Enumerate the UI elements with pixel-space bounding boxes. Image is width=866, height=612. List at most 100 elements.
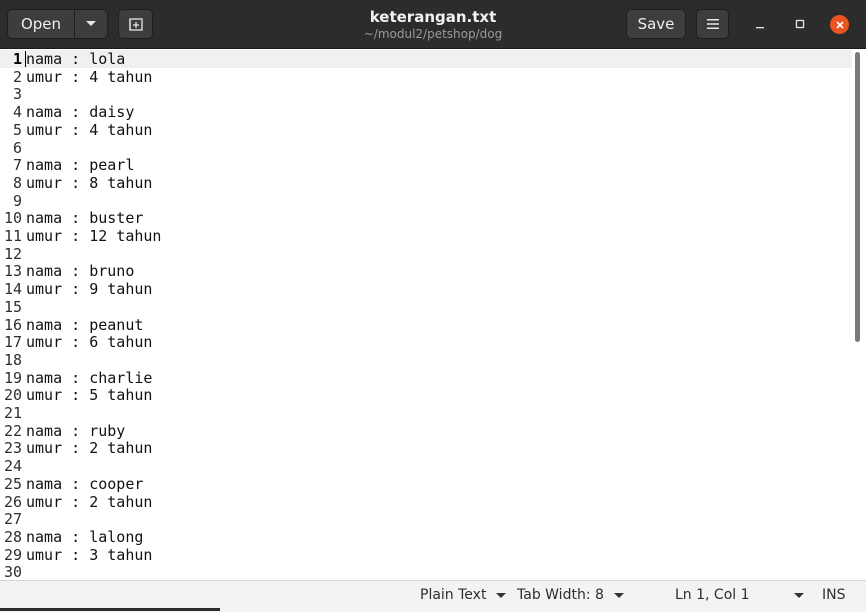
editor-line[interactable]: 8 umur : 8 tahun [0,174,852,192]
editor-line[interactable]: 3 [0,85,852,103]
line-number: 15 [3,297,22,316]
line-number: 6 [12,138,22,157]
line-text[interactable]: nama : peanut [26,316,143,334]
line-number: 7 [12,156,22,175]
chevron-down-icon [86,21,96,26]
line-number: 16 [3,315,22,334]
line-number: 24 [3,457,22,476]
hamburger-menu-icon [706,19,719,29]
line-text[interactable]: nama : buster [26,209,143,227]
line-number: 11 [3,227,22,245]
editor-line[interactable]: 14 umur : 9 tahun [0,280,852,298]
editor-line[interactable]: 25 nama : cooper [0,475,852,493]
editor-line[interactable]: 30 [0,563,852,579]
line-number: 18 [3,350,22,369]
line-number: 20 [3,386,22,405]
editor-line[interactable]: 6 [0,139,852,157]
line-text[interactable]: nama : ruby [26,422,125,440]
cursor-position-selector[interactable]: Ln 1, Col 1 [675,587,804,603]
line-text[interactable]: nama : lalong [26,528,143,546]
line-text[interactable]: nama : lola [26,50,125,68]
editor-line[interactable]: 1 nama : lola [0,50,852,68]
line-number: 8 [12,173,22,192]
editor-line[interactable]: 15 [0,298,852,316]
editor-line[interactable]: 16 nama : peanut [0,316,852,334]
editor-line[interactable]: 11 umur : 12 tahun [0,227,852,245]
editor-line[interactable]: 21 [0,404,852,422]
chevron-down-icon [793,592,804,598]
scrollbar-thumb[interactable] [855,52,860,342]
line-text[interactable]: umur : 4 tahun [26,68,152,86]
tab-width-selector[interactable]: Tab Width: 8 [517,587,624,603]
line-text[interactable]: nama : daisy [26,103,134,121]
editor-line[interactable]: 2 umur : 4 tahun [0,68,852,86]
editor-line[interactable]: 13 nama : bruno [0,262,852,280]
editor-line[interactable]: 9 [0,192,852,210]
cursor-position-label: Ln 1, Col 1 [675,587,750,603]
editor-line[interactable]: 22 nama : ruby [0,422,852,440]
maximize-icon [795,19,805,29]
line-number: 12 [3,244,22,263]
minimize-button[interactable] [750,14,770,34]
editor-line[interactable]: 26 umur : 2 tahun [0,493,852,511]
new-tab-icon [128,18,143,31]
maximize-button[interactable] [790,14,810,34]
line-number: 27 [3,510,22,529]
editor-line[interactable]: 12 [0,245,852,263]
window-title-block: keterangan.txt ~/modul2/petshop/dog [300,8,566,42]
minimize-icon [756,27,764,29]
editor-line[interactable]: 7 nama : pearl [0,156,852,174]
insert-mode-label: INS [822,587,846,603]
line-number: 23 [3,439,22,458]
editor-line[interactable]: 20 umur : 5 tahun [0,386,852,404]
line-number: 25 [3,474,22,493]
editor-line[interactable]: 17 umur : 6 tahun [0,333,852,351]
editor-line[interactable]: 27 [0,510,852,528]
editor-line[interactable]: 18 [0,351,852,369]
open-button-group: Open [7,9,108,39]
document-title: keterangan.txt [369,8,497,26]
line-text[interactable]: umur : 8 tahun [26,174,152,192]
line-text[interactable]: umur : 4 tahun [26,121,152,139]
editor-line[interactable]: 29 umur : 3 tahun [0,546,852,564]
editor-line[interactable]: 23 umur : 2 tahun [0,439,852,457]
menu-button[interactable] [696,9,729,39]
line-number: 10 [3,209,22,228]
close-icon [835,20,844,29]
line-text[interactable]: umur : 6 tahun [26,333,152,351]
open-dropdown-button[interactable] [74,9,108,39]
line-number: 3 [12,85,22,104]
editor-line[interactable]: 10 nama : buster [0,209,852,227]
line-number: 13 [3,262,22,281]
insert-mode-indicator: INS [822,587,846,603]
line-text[interactable]: umur : 2 tahun [26,439,152,457]
line-text[interactable]: nama : pearl [26,156,134,174]
document-path: ~/modul2/petshop/dog [363,27,503,41]
open-button[interactable]: Open [7,9,75,39]
line-number: 30 [3,563,22,579]
line-text[interactable]: umur : 5 tahun [26,386,152,404]
editor-line[interactable]: 19 nama : charlie [0,369,852,387]
line-number: 28 [3,527,22,546]
language-selector[interactable]: Plain Text [420,587,507,603]
header-bar: Open keterangan.txt ~/modul2/petshop/dog… [0,0,866,49]
tab-width-label: Tab Width: 8 [517,587,604,603]
editor-line[interactable]: 5 umur : 4 tahun [0,121,852,139]
line-text[interactable]: nama : bruno [26,262,134,280]
line-number: 9 [12,191,22,210]
line-text[interactable]: umur : 9 tahun [26,280,152,298]
line-text[interactable]: umur : 3 tahun [26,546,152,564]
text-cursor [25,51,26,67]
editor-line[interactable]: 28 nama : lalong [0,528,852,546]
line-text[interactable]: nama : charlie [26,369,152,387]
close-button[interactable] [830,15,849,34]
editor-line[interactable]: 4 nama : daisy [0,103,852,121]
line-number: 21 [3,404,22,422]
line-text[interactable]: umur : 12 tahun [26,227,161,245]
line-text[interactable]: nama : cooper [26,475,143,493]
new-tab-button[interactable] [118,9,153,39]
save-button[interactable]: Save [626,9,686,39]
line-text[interactable]: umur : 2 tahun [26,493,152,511]
editor-line[interactable]: 24 [0,457,852,475]
text-editor-area[interactable]: 1 nama : lola 2 umur : 4 tahun 3 4 nama : dais… [0,49,852,579]
